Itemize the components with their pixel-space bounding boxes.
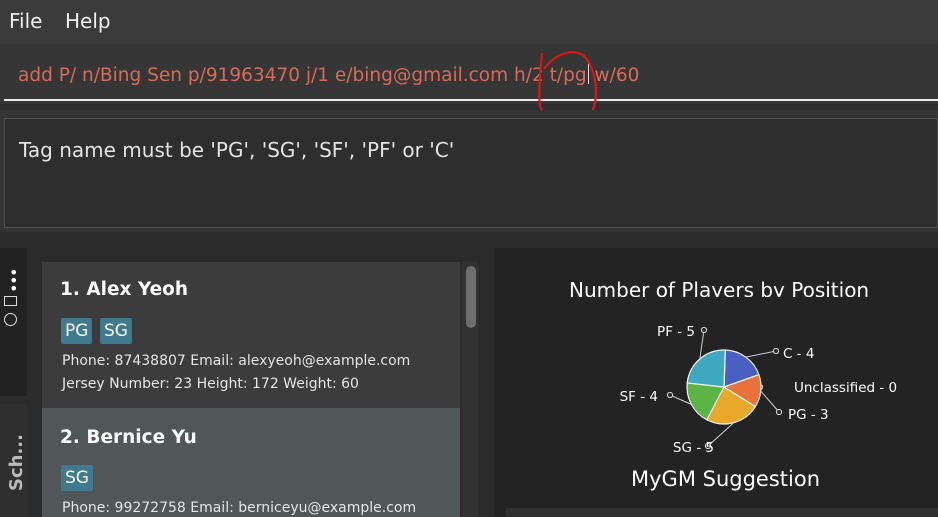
pie-slice-label: SG - 5	[673, 440, 714, 456]
more-icon[interactable]: • • •	[9, 265, 18, 297]
tag-badge: SG	[100, 318, 132, 344]
suggestion-panel	[506, 508, 938, 517]
menu-file[interactable]: File	[9, 9, 42, 33]
player-contact: Phone: 87438807 Email: alexyeoh@example.…	[62, 353, 411, 369]
command-area: add P/ n/Bing Sen p/91963470 j/1 e/bing@…	[0, 44, 938, 104]
pie-slice-label: C - 4	[783, 346, 814, 362]
pie-slice-label: PF - 5	[657, 324, 695, 340]
player-list: 1. Alex Yeoh PG SG Phone: 87438807 Email…	[42, 262, 460, 517]
pie-slice-label: Unclassified - 0	[794, 380, 897, 396]
menu-bar: File Help	[0, 0, 938, 44]
pie-leader-dot	[772, 347, 780, 355]
player-card[interactable]: 1. Alex Yeoh PG SG Phone: 87438807 Email…	[42, 262, 460, 408]
pie-leader-dot	[700, 326, 708, 334]
pie-slice-label: PG - 3	[788, 407, 829, 423]
result-display: Tag name must be 'PG', 'SG', 'SF', 'PF' …	[4, 118, 938, 228]
command-text-after: w/60	[588, 65, 640, 86]
pie-leader-line	[760, 390, 780, 413]
smiley-icon	[4, 313, 17, 326]
pie-leader-line	[699, 329, 705, 360]
schedule-tab-label: Sch...	[5, 434, 27, 491]
chart-title: Number of Players by Position	[569, 278, 870, 297]
pie-slice	[686, 349, 726, 388]
window-icon	[4, 296, 17, 306]
result-message: Tag name must be 'PG', 'SG', 'SF', 'PF' …	[19, 138, 455, 162]
command-text-before: add P/ n/Bing Sen p/91963470 j/1 e/bing@…	[18, 65, 587, 86]
command-input[interactable]: add P/ n/Bing Sen p/91963470 j/1 e/bing@…	[4, 44, 938, 101]
player-contact: Phone: 99272758 Email: berniceyu@example…	[62, 500, 417, 516]
player-name: 1. Alex Yeoh	[60, 279, 189, 300]
player-name: 2. Bernice Yu	[60, 427, 197, 448]
menu-help[interactable]: Help	[65, 9, 111, 33]
pie-leader-dot	[775, 408, 783, 416]
scrollbar-thumb[interactable]	[466, 266, 476, 328]
pie-chart: C - 4 Unclassified - 0 PG - 3 SG - 5 SF - 4 P…	[620, 324, 898, 456]
pie-leader-dot	[666, 391, 674, 399]
command-text: add P/ n/Bing Sen p/91963470 j/1 e/bing@…	[18, 63, 639, 86]
tag-badge: SG	[61, 465, 93, 491]
tag-badge: PG	[61, 318, 93, 344]
pie-slice-label: SF - 4	[620, 389, 658, 405]
player-stats: Jersey Number: 23 Height: 172 Weight: 60	[62, 376, 359, 392]
suggestion-title: MyGM Suggestion	[631, 467, 820, 491]
result-area: Tag name must be 'PG', 'SG', 'SF', 'PF' …	[0, 110, 938, 232]
player-card[interactable]: 2. Bernice Yu SG Phone: 99272758 Email: …	[42, 408, 460, 517]
pie-leader-line	[745, 350, 777, 358]
